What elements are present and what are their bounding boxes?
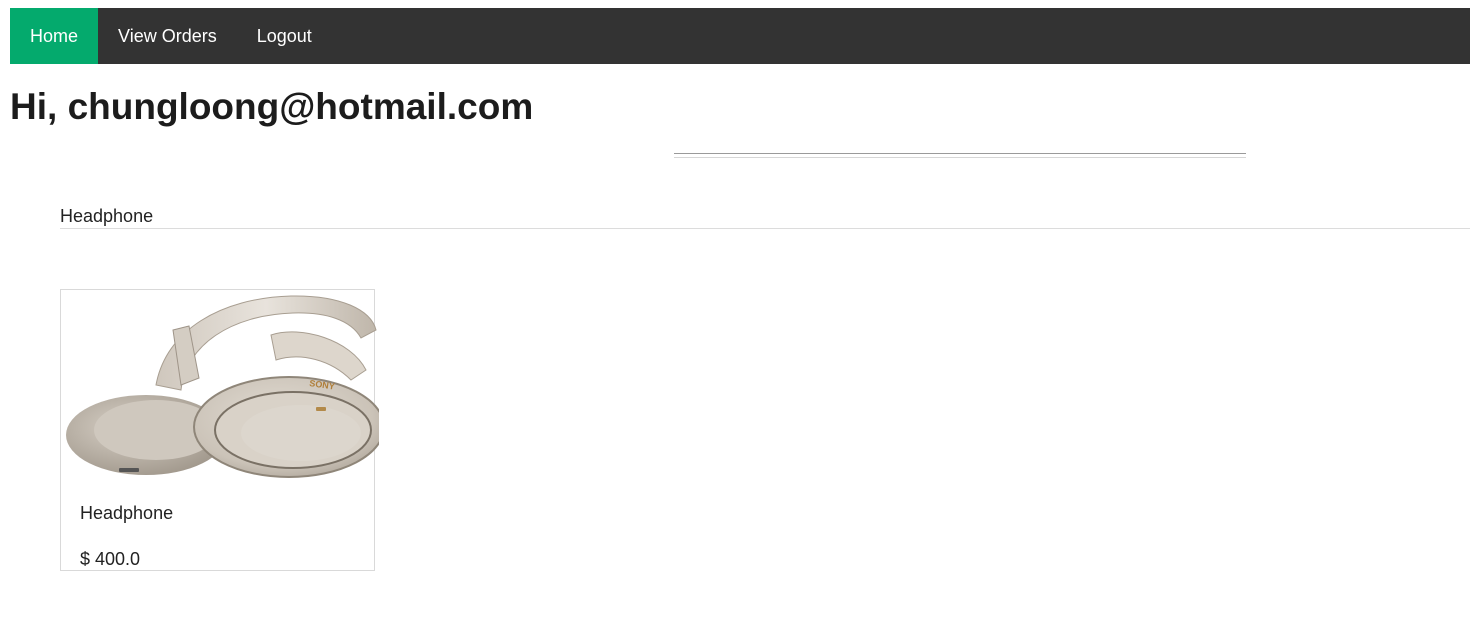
product-card[interactable]: SONY Headphone $400.0 bbox=[60, 289, 379, 571]
nav-home-link[interactable]: Home bbox=[10, 8, 99, 64]
category-heading: Headphone bbox=[60, 206, 154, 226]
product-name: Headphone bbox=[80, 503, 174, 523]
price-value: 400.0 bbox=[95, 549, 141, 569]
product-price: $400.0 bbox=[80, 549, 140, 570]
category-divider bbox=[60, 228, 1470, 229]
price-currency: $ bbox=[80, 549, 91, 569]
search-input[interactable] bbox=[674, 153, 1246, 158]
top-navigation-bar: Home View Orders Logout bbox=[10, 8, 1470, 64]
user-email: chungloong@hotmail.com bbox=[67, 86, 534, 127]
nav-view-orders-link[interactable]: View Orders bbox=[98, 8, 237, 64]
user-greeting-heading: Hi, chungloong@hotmail.com bbox=[10, 86, 533, 128]
headphone-image[interactable]: SONY bbox=[61, 290, 379, 480]
nav-logout-link[interactable]: Logout bbox=[237, 8, 332, 64]
greeting-prefix: Hi, bbox=[10, 86, 58, 127]
